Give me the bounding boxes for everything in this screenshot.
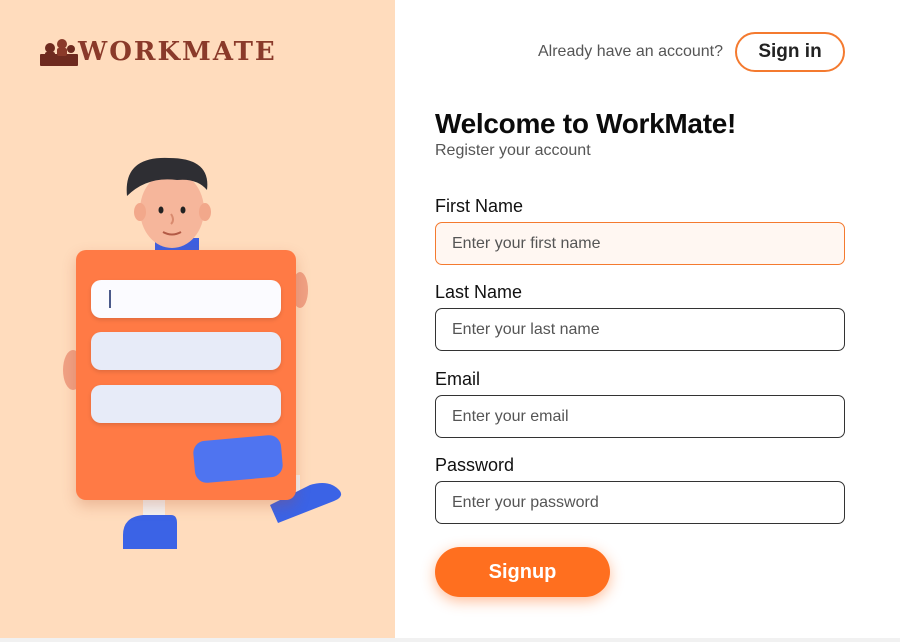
password-label: Password <box>435 455 515 475</box>
brand-name: WORKMATE <box>78 37 277 67</box>
brand-logo[interactable]: WORKMATE <box>40 38 277 66</box>
password-input[interactable] <box>435 481 845 524</box>
last-name-input[interactable] <box>435 308 845 351</box>
heading-group: Welcome to WorkMate! Register your accou… <box>435 108 736 160</box>
password-field: Password <box>435 453 845 524</box>
illustration-input <box>91 332 281 370</box>
first-name-input[interactable] <box>435 222 845 265</box>
signin-row: Already have an account? Sign in <box>538 32 846 72</box>
illustration-form-card <box>76 250 296 500</box>
signin-button[interactable]: Sign in <box>735 32 846 72</box>
last-name-label: Last Name <box>435 282 523 302</box>
page-subtitle: Register your account <box>435 142 591 159</box>
person-holding-form-illustration <box>55 150 355 560</box>
first-name-label: First Name <box>435 196 524 216</box>
illustration-input <box>91 280 281 318</box>
illustration-button <box>192 434 284 484</box>
people-logo-icon <box>40 38 78 66</box>
first-name-field: First Name <box>435 194 845 265</box>
left-panel: WORKMATE <box>0 0 395 638</box>
page-title: Welcome to WorkMate! <box>435 108 737 139</box>
bottom-divider <box>0 638 900 642</box>
email-label: Email <box>435 369 481 389</box>
last-name-field: Last Name <box>435 280 845 351</box>
email-input[interactable] <box>435 395 845 438</box>
illustration-input <box>91 385 281 423</box>
signin-prompt: Already have an account? <box>538 43 724 60</box>
text-caret-icon <box>109 290 111 308</box>
signup-button[interactable]: Signup <box>435 547 610 597</box>
email-field: Email <box>435 367 845 438</box>
